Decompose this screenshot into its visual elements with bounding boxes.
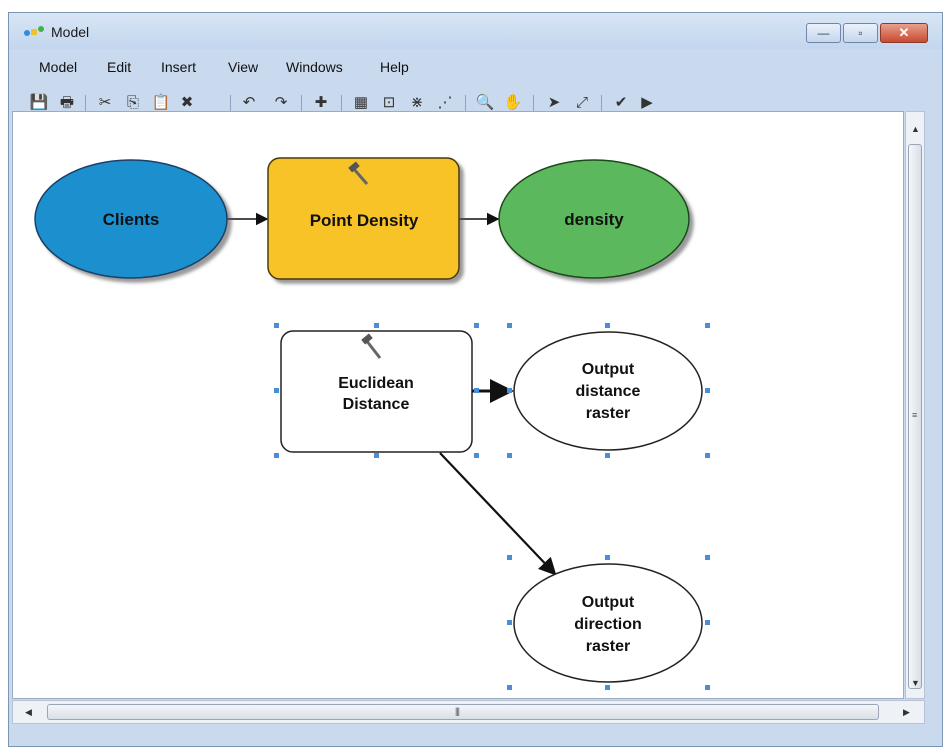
vertical-scrollbar[interactable]: ▲ ≡ ▼ (905, 111, 925, 699)
scroll-right-icon[interactable]: ▶ (903, 707, 910, 718)
node-point-density[interactable]: Point Density (267, 157, 460, 280)
output-distance-raster-label-line3: raster (586, 405, 630, 422)
cut-icon[interactable]: ✂ (95, 93, 115, 113)
model-app-icon (24, 26, 44, 36)
zoom-in-icon[interactable]: 🔍 (475, 93, 495, 113)
undo-icon[interactable]: ↶ (239, 93, 259, 113)
fixed-zoom-out-icon[interactable]: ⋰ (435, 93, 455, 113)
node-density[interactable]: density (498, 159, 690, 279)
output-direction-raster-label-line1: Output (582, 594, 635, 611)
output-direction-raster-label-line2: direction (574, 616, 642, 633)
scroll-down-icon[interactable]: ▼ (911, 678, 920, 688)
menu-windows[interactable]: Windows (286, 59, 343, 75)
node-euclidean-distance[interactable]: Euclidean Distance (280, 330, 473, 453)
save-icon[interactable]: 💾 (29, 93, 49, 113)
output-distance-raster-label-line2: distance (576, 383, 641, 400)
add-data-icon[interactable]: ✚ (311, 93, 331, 113)
close-button[interactable]: ✕ (880, 23, 928, 43)
model-canvas[interactable]: Clients Point Density density Euclidean … (12, 111, 904, 699)
pan-icon[interactable]: ✋ (503, 93, 523, 113)
scroll-up-icon[interactable]: ▲ (911, 124, 920, 134)
output-direction-raster-label-line3: raster (586, 638, 630, 655)
copy-icon[interactable]: ⎘ (123, 93, 143, 113)
delete-icon[interactable]: ✖ (177, 93, 197, 113)
full-extent-icon[interactable]: ⊡ (379, 93, 399, 113)
menu-edit[interactable]: Edit (107, 59, 131, 75)
euclidean-distance-label-line2: Distance (343, 396, 410, 413)
validate-icon[interactable]: ✔ (611, 93, 631, 113)
clients-label: Clients (103, 210, 160, 229)
print-icon[interactable]: 🖶 (57, 93, 77, 113)
menu-view[interactable]: View (228, 59, 258, 75)
fixed-zoom-in-icon[interactable]: ⋇ (407, 93, 427, 113)
maximize-icon: ▫ (858, 26, 863, 40)
model-diagram: Clients Point Density density Euclidean … (34, 157, 710, 690)
run-icon[interactable]: ▶ (637, 93, 657, 113)
auto-layout-icon[interactable]: ▦ (351, 93, 371, 113)
menu-insert[interactable]: Insert (161, 59, 196, 75)
scroll-left-icon[interactable]: ◀ (25, 707, 32, 718)
menu-help[interactable]: Help (380, 59, 409, 75)
title-bar[interactable]: Model — ▫ ✕ (9, 13, 942, 49)
select-icon[interactable]: ➤ (544, 93, 564, 113)
connect-icon[interactable]: ⤢ (572, 93, 592, 113)
minimize-button[interactable]: — (806, 23, 841, 43)
density-label: density (564, 210, 624, 229)
horizontal-scroll-thumb[interactable]: ||| (47, 704, 879, 720)
window-title: Model (51, 24, 90, 40)
grip-icon: ||| (455, 706, 460, 716)
redo-icon[interactable]: ↷ (271, 93, 291, 113)
minimize-icon: — (817, 26, 830, 40)
maximize-button[interactable]: ▫ (843, 23, 878, 43)
menu-bar: Model Edit Insert View Windows Help (9, 55, 942, 79)
node-output-direction-raster[interactable]: Output direction raster (513, 563, 703, 683)
vertical-scroll-thumb[interactable]: ≡ (908, 144, 922, 689)
grip-icon: ≡ (912, 410, 917, 420)
horizontal-scrollbar[interactable]: ◀ ||| ▶ (12, 700, 925, 724)
node-output-distance-raster[interactable]: Output distance raster (513, 331, 703, 451)
output-distance-raster-label-line1: Output (582, 361, 635, 378)
close-icon: ✕ (898, 25, 910, 40)
point-density-label: Point Density (310, 211, 419, 230)
paste-icon[interactable]: 📋 (151, 93, 171, 113)
euclidean-distance-label-line1: Euclidean (338, 375, 414, 392)
node-clients[interactable]: Clients (34, 159, 228, 279)
connector-euclidean-to-direction-raster[interactable] (439, 452, 557, 576)
menu-model[interactable]: Model (39, 59, 77, 75)
